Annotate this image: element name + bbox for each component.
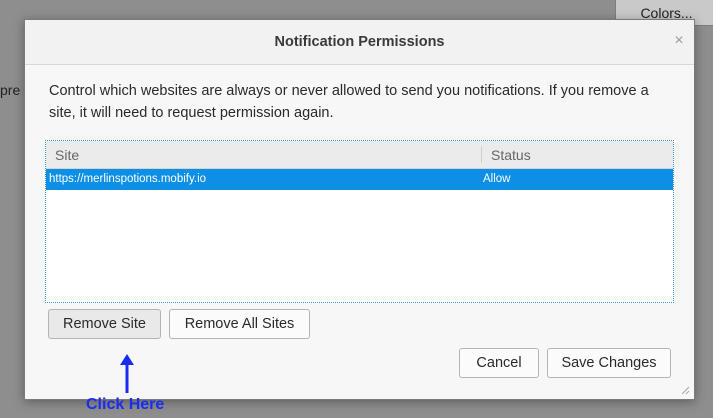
resize-grip-icon[interactable] <box>681 386 690 395</box>
column-divider <box>481 146 482 163</box>
background-label-fragment: pre <box>0 82 21 98</box>
permissions-list[interactable]: Site Status https://merlinspotions.mobif… <box>45 140 674 303</box>
annotation-label: Click Here <box>86 396 165 413</box>
close-icon[interactable]: × <box>672 33 686 49</box>
annotation-arrow-icon <box>120 354 134 393</box>
remove-all-sites-button[interactable]: Remove All Sites <box>169 309 310 339</box>
notification-permissions-dialog: Notification Permissions × Control which… <box>24 19 695 413</box>
dialog-title: Notification Permissions <box>274 34 445 50</box>
dialog-description: Control which websites are always or nev… <box>49 83 649 121</box>
save-changes-button[interactable]: Save Changes <box>547 348 671 378</box>
list-header: Site Status <box>46 141 673 169</box>
dialog-titlebar: Notification Permissions × <box>25 20 694 65</box>
list-item-status: Allow <box>483 173 511 185</box>
column-header-site[interactable]: Site <box>55 147 79 163</box>
remove-site-button[interactable]: Remove Site <box>48 309 161 339</box>
list-item-site: https://merlinspotions.mobify.io <box>49 173 207 185</box>
cancel-button[interactable]: Cancel <box>459 348 539 378</box>
column-header-status[interactable]: Status <box>491 147 531 163</box>
list-item[interactable]: https://merlinspotions.mobify.io Allow <box>46 169 673 190</box>
